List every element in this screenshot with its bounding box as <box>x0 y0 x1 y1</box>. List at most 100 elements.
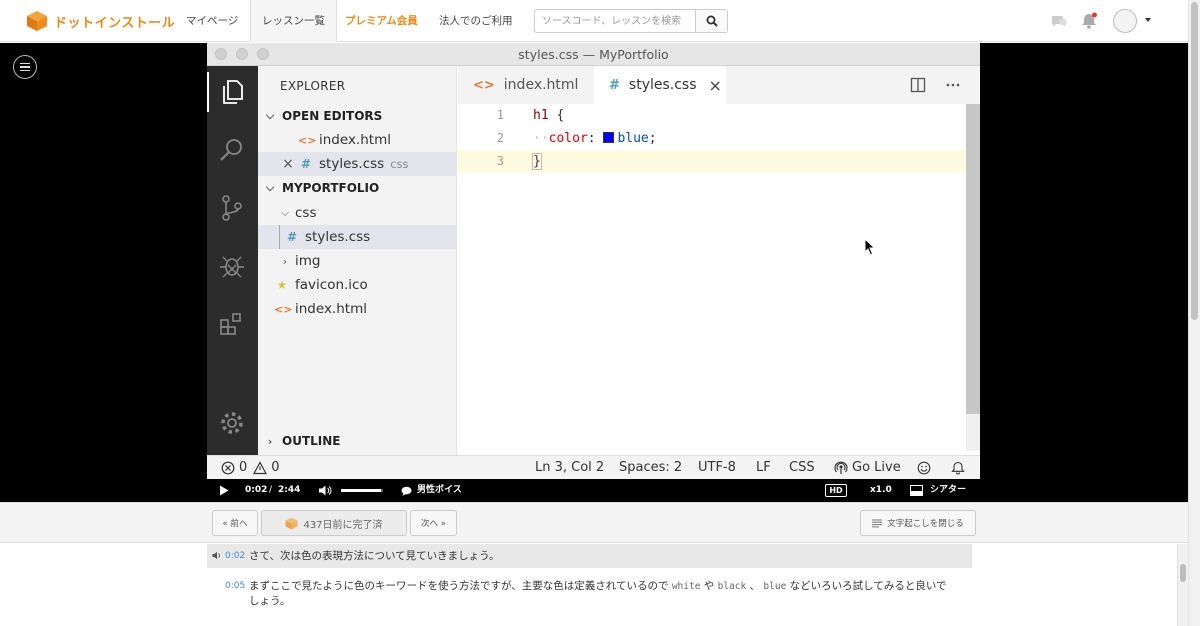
search-icon <box>706 15 718 27</box>
cursor-position[interactable]: Ln 3, Col 2 <box>535 456 604 480</box>
video-player-controls: 0:02 / 2:44 男性ボイス HD x1.0 シアター <box>207 479 980 502</box>
status-bar: 0 0 Ln 3, Col 2 Spaces: 2 UTF-8 LF CSS G… <box>207 455 980 479</box>
current-time: 0:02 <box>245 485 268 495</box>
tree-file-styles[interactable]: # styles.css <box>258 225 456 249</box>
encoding[interactable]: UTF-8 <box>698 456 736 480</box>
language-mode[interactable]: CSS <box>789 456 815 480</box>
transcript-line-current[interactable]: 0:02 さて、次は色の表現方法について見ていきましょう。 <box>207 544 972 568</box>
theater-button[interactable]: シアター <box>910 479 966 502</box>
html-file-icon: <> <box>473 77 495 93</box>
site-logo[interactable]: ドットインストール <box>26 9 175 33</box>
broadcast-icon <box>834 461 848 474</box>
chevron-down-icon: ⌵ <box>265 109 275 122</box>
cube-icon <box>286 517 298 529</box>
debug-icon[interactable] <box>218 252 246 280</box>
code-line: 1 h1 { <box>496 108 565 123</box>
tab-index-html[interactable]: <> index.html <box>458 66 594 104</box>
lines-icon <box>872 519 883 527</box>
time-separator: / <box>269 485 273 495</box>
files-icon[interactable] <box>218 78 246 106</box>
css-file-icon: # <box>300 157 312 171</box>
bell-icon[interactable] <box>1080 12 1098 30</box>
hd-toggle[interactable]: HD <box>825 484 847 497</box>
go-live-button[interactable]: Go Live <box>834 456 901 480</box>
html-file-icon: <> <box>274 302 293 316</box>
css-file-icon: # <box>286 230 298 244</box>
volume-icon[interactable] <box>318 485 332 496</box>
avatar[interactable] <box>1113 9 1137 33</box>
page-scrollbar[interactable] <box>1188 0 1200 626</box>
prev-button[interactable]: « 前へ <box>212 510 258 536</box>
nav-mypage[interactable]: マイページ <box>186 0 238 42</box>
nav-premium[interactable]: プレミアム会員 <box>345 0 418 42</box>
smiley-icon[interactable] <box>917 461 931 475</box>
speaker-icon <box>212 551 220 560</box>
project-section[interactable]: ⌵ MYPORTFOLIO <box>258 176 456 200</box>
transcript-panel: 0:02 さて、次は色の表現方法について見ていきましょう。 0:05 まずここで… <box>0 544 1188 626</box>
source-control-icon[interactable] <box>218 194 246 222</box>
bell-icon[interactable] <box>951 461 965 475</box>
tree-folder-img[interactable]: › img <box>258 249 456 273</box>
menu-icon[interactable] <box>13 55 37 79</box>
search-button[interactable] <box>695 10 727 32</box>
cube-logo-icon <box>27 11 47 31</box>
nav-business[interactable]: 法人でのご利用 <box>439 0 513 42</box>
activity-bar <box>207 66 258 455</box>
transcript-line[interactable]: 0:05 まずここで見たように色のキーワードを使う方法ですが、主要な色は定義され… <box>207 579 972 611</box>
open-editors-section[interactable]: ⌵ OPEN EDITORS <box>258 104 456 128</box>
volume-slider[interactable] <box>341 489 383 492</box>
gear-icon[interactable] <box>218 409 246 437</box>
transcript-scrollbar[interactable] <box>1177 544 1188 626</box>
code-line-current: 3 } <box>458 150 968 173</box>
open-editor-item[interactable]: <> index.html <box>258 128 456 152</box>
total-time: 2:44 <box>278 485 301 495</box>
close-icon[interactable]: × <box>709 76 722 95</box>
tree-folder-css[interactable]: ⌵ css <box>258 201 456 225</box>
explorer-header: EXPLORER <box>280 79 346 93</box>
lesson-controls: « 前へ 437日前に完了済 次へ » 文字起こしを閉じる <box>0 502 1188 543</box>
extensions-icon[interactable] <box>218 310 246 338</box>
tree-file-favicon[interactable]: ★ favicon.ico <box>258 273 456 297</box>
video-area: styles.css — MyPortfolio EXPLORER ⌵ OPEN… <box>0 43 1188 502</box>
color-swatch[interactable] <box>603 132 615 143</box>
caret-down-icon[interactable] <box>1145 18 1151 22</box>
chevron-down-icon: ⌵ <box>265 181 275 194</box>
nav-lessons[interactable]: レッスン一覧 <box>250 0 337 42</box>
speech-bubble-icon <box>401 486 412 496</box>
more-actions-icon[interactable] <box>945 77 961 93</box>
open-editor-item[interactable]: × # styles.css css <box>258 152 456 176</box>
completed-button[interactable]: 437日前に完了済 <box>261 510 407 536</box>
window-titlebar: styles.css — MyPortfolio <box>207 43 980 66</box>
code-editor[interactable]: 1 h1 { 2 ··color: blue; 3 } <box>458 104 968 455</box>
tab-styles-css[interactable]: # styles.css × <box>594 66 726 104</box>
theater-icon <box>910 485 923 496</box>
search-icon[interactable] <box>218 136 246 164</box>
outline-section[interactable]: › OUTLINE <box>258 429 456 453</box>
tree-file-index[interactable]: <> index.html <box>258 297 456 321</box>
editor-scrollbar[interactable] <box>966 104 980 451</box>
eol[interactable]: LF <box>756 456 771 480</box>
chevron-right-icon: › <box>267 434 273 448</box>
chat-icon[interactable] <box>1050 12 1068 30</box>
next-button[interactable]: 次へ » <box>410 510 457 536</box>
voice-selector[interactable]: 男性ボイス <box>401 479 462 502</box>
mouse-cursor-icon <box>864 238 876 256</box>
logo-text: ドットインストール <box>54 15 176 31</box>
close-transcript-button[interactable]: 文字起こしを閉じる <box>860 510 976 536</box>
css-file-icon: # <box>609 77 620 93</box>
active-indicator <box>207 72 209 112</box>
vscode-window: styles.css — MyPortfolio EXPLORER ⌵ OPEN… <box>207 43 980 479</box>
search-input[interactable] <box>535 10 697 32</box>
close-icon[interactable]: × <box>278 156 298 172</box>
explorer-sidebar: EXPLORER ⌵ OPEN EDITORS <> index.html × … <box>258 66 457 455</box>
error-icon <box>221 461 235 475</box>
indent-setting[interactable]: Spaces: 2 <box>619 456 682 480</box>
code-line: 2 ··color: blue; <box>496 131 657 146</box>
split-editor-icon[interactable] <box>910 77 926 93</box>
star-icon: ★ <box>276 278 288 292</box>
search-box <box>534 9 728 33</box>
editor-tabs: <> index.html # styles.css × <box>458 66 980 104</box>
play-icon[interactable] <box>219 485 229 496</box>
problems-indicator[interactable]: 0 0 <box>221 456 280 480</box>
playback-speed[interactable]: x1.0 <box>870 479 892 502</box>
